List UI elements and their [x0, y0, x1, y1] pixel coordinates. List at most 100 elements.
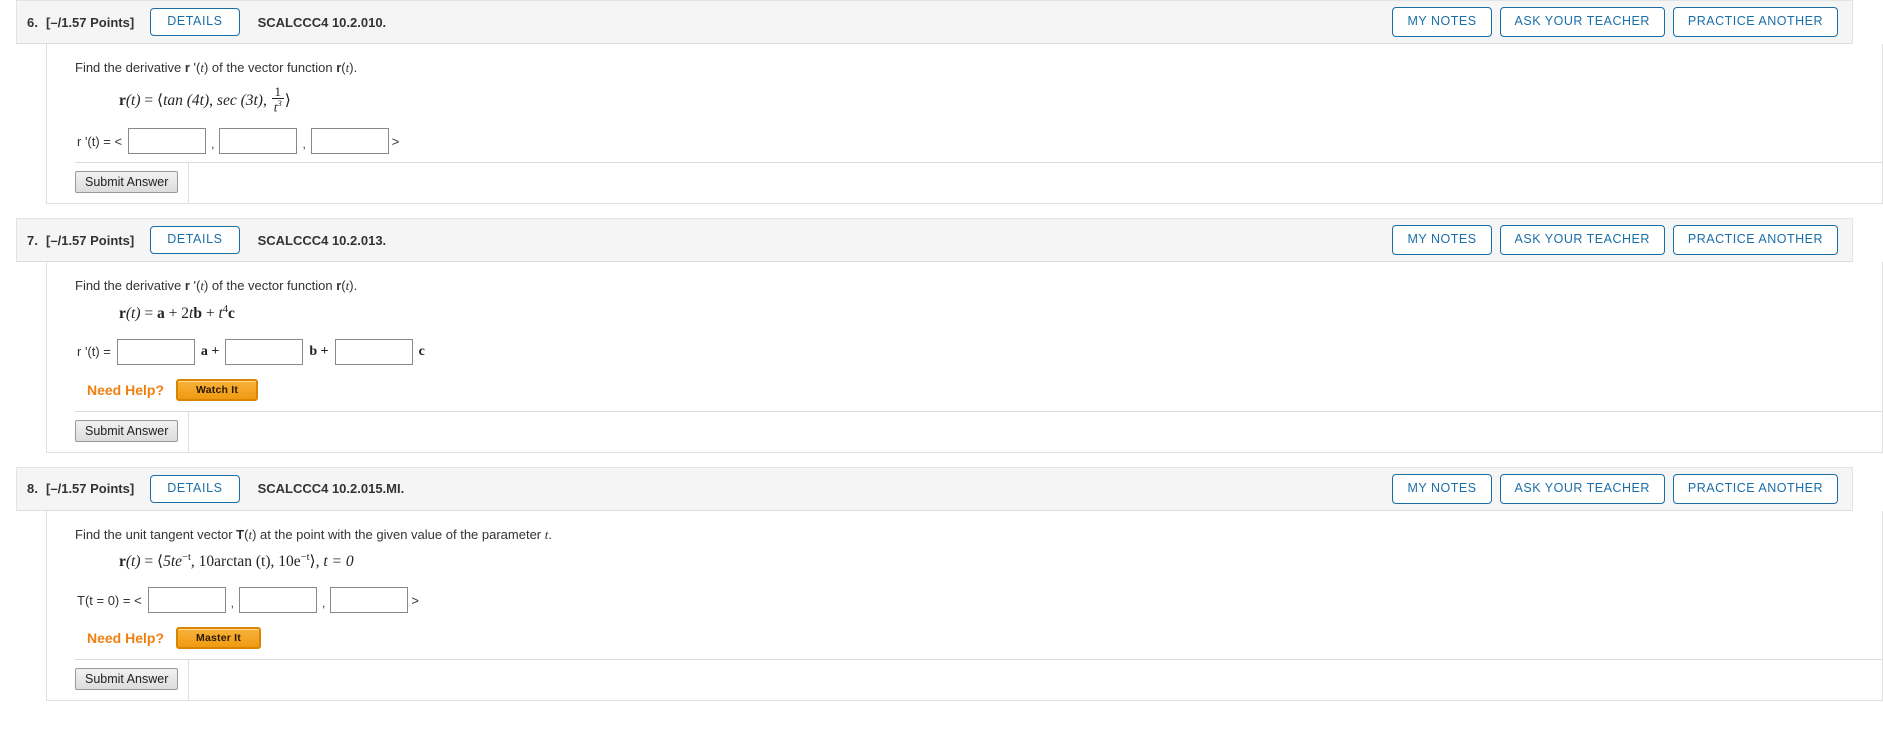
ask-your-teacher-button-7[interactable]: ASK YOUR TEACHER [1499, 225, 1665, 255]
formula-term-a: a [157, 304, 165, 322]
answer-input-7-3[interactable] [334, 338, 413, 365]
question-content-7: Find the derivative r '(t) of the vector… [47, 262, 1883, 412]
answer-label-6: r '(t) = < [77, 133, 123, 149]
comma-separator: , [211, 137, 215, 152]
my-notes-button-6[interactable]: MY NOTES [1392, 7, 1492, 37]
submit-answer-button-8[interactable]: Submit Answer [75, 668, 179, 691]
question-body-7: Find the derivative r '(t) of the vector… [46, 262, 1883, 453]
answer-input-6-3[interactable] [310, 128, 389, 155]
formula-lhs-var: (t) [125, 553, 141, 571]
prompt-text: Find the unit tangent vector [75, 526, 237, 542]
question-block-6: 6. [–/1.57 Points] DETAILS SCALCCC4 10.2… [16, 0, 1883, 205]
formula-component-1-exponent: −t [182, 552, 191, 564]
prompt-text: Find the derivative [75, 278, 185, 294]
denominator-exponent: 3 [277, 98, 282, 109]
answer-input-8-1[interactable] [147, 587, 226, 614]
basis-label-b: b + [309, 343, 329, 359]
question-number-7: 7. [27, 232, 39, 248]
formula-tail: , t = 0 [315, 553, 354, 571]
need-help-row-7: Need Help? Watch It [87, 378, 1882, 401]
formula-plus-1: + [168, 304, 178, 322]
formula-lhs-bold: r [119, 91, 126, 109]
prompt-text: ). [349, 60, 358, 75]
answer-input-6-1[interactable] [128, 128, 207, 155]
question-prompt-6: Find the derivative r '(t) of the vector… [75, 58, 1882, 78]
submit-area-7: Submit Answer [69, 411, 189, 452]
answer-input-7-2[interactable] [225, 338, 304, 365]
question-header-7: 7. [–/1.57 Points] DETAILS SCALCCC4 10.2… [16, 218, 1853, 263]
answer-label-8: T(t = 0) = < [77, 592, 142, 608]
answer-row-6: r '(t) = < , , > [77, 128, 1882, 155]
fraction-numerator: 1 [274, 83, 281, 99]
answer-label-7: r '(t) = [77, 344, 111, 360]
formula-display-6: r(t) = ⟨tan (4t), sec (3t), 1 t3 ⟩ [119, 83, 291, 115]
my-notes-button-7[interactable]: MY NOTES [1392, 225, 1492, 255]
details-button-8[interactable]: DETAILS [150, 474, 240, 503]
submit-divider-8 [75, 659, 1883, 661]
submit-area-8: Submit Answer [69, 660, 189, 701]
formula-component-2: 10arctan (t) [198, 553, 271, 571]
question-header-6: 6. [–/1.57 Points] DETAILS SCALCCC4 10.2… [16, 0, 1853, 44]
question-code-6: SCALCCC4 10.2.010. [257, 14, 387, 30]
question-points-7: [–/1.57 Points] [46, 232, 135, 248]
comma-separator: , [230, 596, 235, 611]
question-prompt-7: Find the derivative r '(t) of the vector… [75, 276, 1882, 296]
answer-input-7-1[interactable] [116, 338, 195, 365]
question-prompt-8: Find the unit tangent vector T(t) at the… [75, 525, 1882, 545]
master-it-button-8[interactable]: Master It [176, 627, 261, 650]
details-button-7[interactable]: DETAILS [150, 226, 240, 254]
question-content-8: Find the unit tangent vector T(t) at the… [47, 511, 1883, 661]
comma-separator: , [322, 596, 326, 611]
prompt-text: . [548, 526, 552, 542]
submit-answer-button-6[interactable]: Submit Answer [75, 171, 179, 194]
formula-display-8: r(t) = ⟨5te−t, 10arctan (t), 10e−t⟩, t =… [119, 552, 354, 571]
close-angle-bracket: > [411, 592, 419, 608]
assignment-page: 6. [–/1.57 Points] DETAILS SCALCCC4 10.2… [0, 0, 1883, 702]
answer-input-8-2[interactable] [239, 587, 318, 614]
question-points-6: [–/1.57 Points] [46, 14, 135, 30]
ask-your-teacher-button-6[interactable]: ASK YOUR TEACHER [1499, 7, 1665, 37]
block-gap [0, 453, 1883, 467]
submit-area-6: Submit Answer [69, 163, 189, 204]
my-notes-button-8[interactable]: MY NOTES [1392, 473, 1492, 504]
header-actions-8: MY NOTES ASK YOUR TEACHER PRACTICE ANOTH… [1392, 473, 1838, 504]
header-actions-7: MY NOTES ASK YOUR TEACHER PRACTICE ANOTH… [1392, 225, 1838, 255]
watch-it-button-7[interactable]: Watch It [176, 378, 259, 401]
formula-display-7: r(t) = a + 2tb + t4c [119, 303, 1882, 325]
comma-separator: , [302, 137, 306, 152]
practice-another-button-7[interactable]: PRACTICE ANOTHER [1672, 225, 1838, 255]
question-code-8: SCALCCC4 10.2.015.MI. [257, 481, 405, 497]
submit-answer-button-7[interactable]: Submit Answer [75, 419, 179, 442]
submit-divider-6 [75, 162, 1883, 164]
basis-label-a: a + [200, 343, 220, 359]
question-number-8: 8. [27, 481, 39, 497]
formula-lhs-bold: r [119, 553, 126, 571]
basis-label-c: c [418, 343, 425, 359]
formula-equals: = [144, 304, 154, 322]
answer-input-8-3[interactable] [330, 587, 409, 614]
question-number-6: 6. [27, 14, 39, 30]
formula-component-3-exponent: −t [300, 552, 310, 564]
details-button-6[interactable]: DETAILS [150, 8, 240, 36]
fraction-denominator: t3 [271, 98, 284, 114]
practice-another-button-6[interactable]: PRACTICE ANOTHER [1672, 7, 1838, 37]
answer-input-6-2[interactable] [219, 128, 298, 155]
formula-equals: = [144, 553, 154, 571]
prompt-text: '( [189, 60, 201, 75]
ask-your-teacher-button-8[interactable]: ASK YOUR TEACHER [1499, 473, 1665, 504]
formula-term2-coef: 2 [181, 304, 190, 322]
practice-another-button-8[interactable]: PRACTICE ANOTHER [1672, 473, 1838, 504]
formula-lhs-var: (t) [125, 304, 141, 322]
prompt-text: ). [349, 278, 358, 294]
formula-term-c: c [228, 304, 235, 322]
block-gap [0, 204, 1883, 218]
prompt-bold-T: T [236, 526, 245, 542]
need-help-label-8: Need Help? [87, 630, 165, 647]
question-block-8: 8. [–/1.57 Points] DETAILS SCALCCC4 10.2… [16, 466, 1883, 702]
need-help-row-8: Need Help? Master It [87, 627, 1882, 650]
formula-term-b: b [193, 304, 202, 322]
question-header-8: 8. [–/1.57 Points] DETAILS SCALCCC4 10.2… [16, 466, 1853, 511]
formula-component-1: 5te [163, 553, 183, 571]
formula-lhs-bold: r [119, 304, 126, 322]
formula-component-2: sec (3t) [216, 91, 263, 109]
